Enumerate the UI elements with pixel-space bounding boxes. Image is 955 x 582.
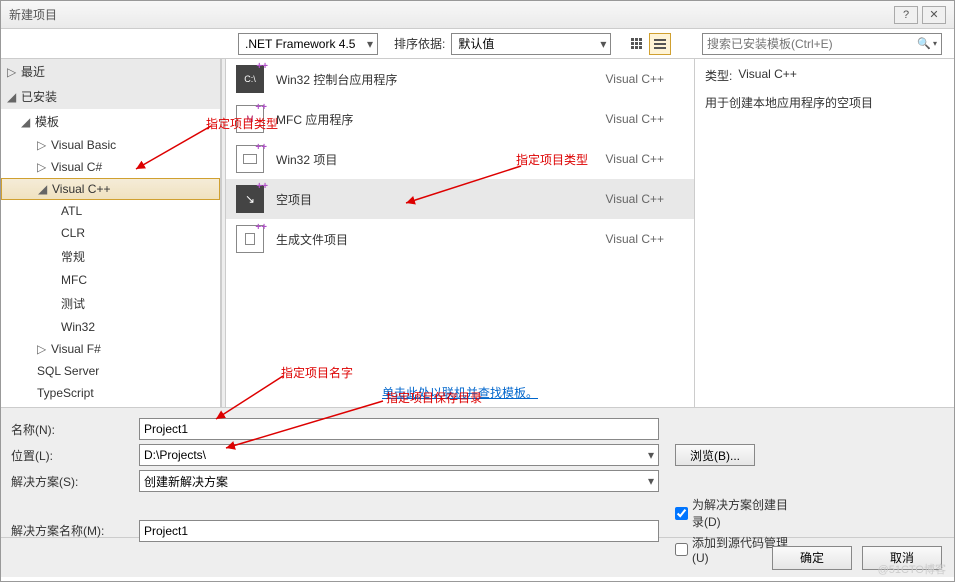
type-label: 类型: xyxy=(705,67,732,84)
browse-button[interactable]: 浏览(B)... xyxy=(675,444,755,466)
win32-icon: ++ xyxy=(236,145,264,173)
help-button[interactable]: ? xyxy=(894,6,918,24)
search-box[interactable]: 🔍▾ xyxy=(702,33,942,55)
template-win32-console[interactable]: C:\++ Win32 控制台应用程序 Visual C++ xyxy=(226,59,694,99)
toolbar: .NET Framework 4.5 排序依据: 默认值 🔍▾ xyxy=(1,29,954,59)
mfc-icon: M++ xyxy=(236,105,264,133)
template-mfc-app[interactable]: M++ MFC 应用程序 Visual C++ xyxy=(226,99,694,139)
sort-label: 排序依据: xyxy=(394,35,445,52)
titlebar: 新建项目 ? ✕ xyxy=(1,1,954,29)
search-icon: 🔍 xyxy=(917,37,931,50)
watermark: @51CTO博客 xyxy=(878,561,946,577)
tree-recent[interactable]: ▷最近 xyxy=(1,59,220,84)
tree-ts[interactable]: TypeScript xyxy=(1,382,220,404)
tree-sql[interactable]: SQL Server xyxy=(1,360,220,382)
footer: 确定 取消 xyxy=(1,537,954,577)
search-input[interactable] xyxy=(707,37,917,51)
template-makefile[interactable]: ++ 生成文件项目 Visual C++ xyxy=(226,219,694,259)
tree-templates[interactable]: ◢模板 xyxy=(1,109,220,134)
description-text: 用于创建本地应用程序的空项目 xyxy=(705,94,944,111)
name-label: 名称(N): xyxy=(11,421,131,438)
tree-vcpp[interactable]: ◢Visual C++ xyxy=(1,178,220,200)
list-icon xyxy=(654,39,666,49)
title-text: 新建项目 xyxy=(9,6,57,23)
empty-icon: ↘++ xyxy=(236,185,264,213)
location-combo[interactable]: D:\Projects\ xyxy=(139,444,659,466)
check-create-dir[interactable]: 为解决方案创建目录(D) xyxy=(675,496,795,530)
tree-atl[interactable]: ATL xyxy=(1,200,220,222)
view-grid-button[interactable] xyxy=(625,33,647,55)
tree-panel: ▷最近 ◢已安装 ◢模板 ▷Visual Basic ▷Visual C# ◢V… xyxy=(1,59,221,407)
tree-installed[interactable]: ◢已安装 xyxy=(1,84,220,109)
type-value: Visual C++ xyxy=(738,67,796,84)
online-search-link[interactable]: 单击此处以联机并查找模板。 xyxy=(226,378,694,407)
tree-mfc[interactable]: MFC xyxy=(1,269,220,291)
solname-input[interactable] xyxy=(139,520,659,542)
solname-label: 解决方案名称(M): xyxy=(11,522,131,539)
ok-button[interactable]: 确定 xyxy=(772,546,852,570)
chevron-down-icon: ▾ xyxy=(933,39,937,48)
solution-combo[interactable]: 创建新解决方案 xyxy=(139,470,659,492)
tree-csharp[interactable]: ▷Visual C# xyxy=(1,156,220,178)
solution-label: 解决方案(S): xyxy=(11,473,131,490)
tree-win32[interactable]: Win32 xyxy=(1,316,220,338)
location-label: 位置(L): xyxy=(11,447,131,464)
makefile-icon: ++ xyxy=(236,225,264,253)
description-panel: 类型: Visual C++ 用于创建本地应用程序的空项目 xyxy=(694,59,954,407)
tree-fsharp[interactable]: ▷Visual F# xyxy=(1,338,220,360)
template-list-panel: C:\++ Win32 控制台应用程序 Visual C++ M++ MFC 应… xyxy=(226,59,694,407)
template-win32-project[interactable]: ++ Win32 项目 Visual C++ xyxy=(226,139,694,179)
tree-clr[interactable]: CLR xyxy=(1,222,220,244)
tree-general[interactable]: 常规 xyxy=(1,244,220,269)
name-input[interactable] xyxy=(139,418,659,440)
sort-select[interactable]: 默认值 xyxy=(451,33,611,55)
close-button[interactable]: ✕ xyxy=(922,6,946,24)
tree-test[interactable]: 测试 xyxy=(1,291,220,316)
tree-vb[interactable]: ▷Visual Basic xyxy=(1,134,220,156)
console-icon: C:\++ xyxy=(236,65,264,93)
bottom-form: 名称(N): 位置(L): D:\Projects\ 浏览(B)... 解决方案… xyxy=(1,407,954,537)
template-empty-project[interactable]: ↘++ 空项目 Visual C++ xyxy=(226,179,694,219)
framework-select[interactable]: .NET Framework 4.5 xyxy=(238,33,378,55)
grid-icon xyxy=(631,38,642,49)
view-list-button[interactable] xyxy=(649,33,671,55)
